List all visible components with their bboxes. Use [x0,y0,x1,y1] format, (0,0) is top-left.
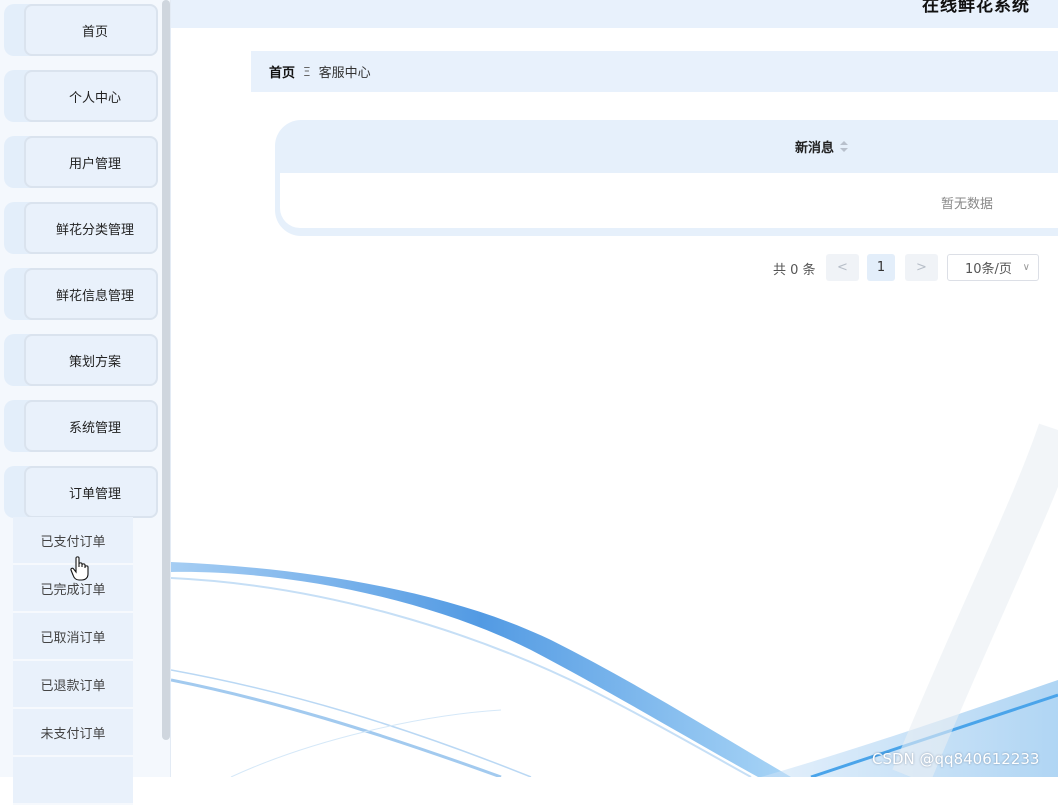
sidebar-item-planning[interactable]: 策划方案 [4,334,158,386]
sidebar-item-personal-center[interactable]: 个人中心 [4,70,158,122]
top-bar: 在线鲜花系统 [171,0,1058,28]
watermark: CSDN @qq840612233 [872,750,1040,768]
prev-page-button[interactable]: < [826,254,859,281]
sidebar-item-label: 鲜花信息管理 [55,288,134,304]
background-waves [171,423,1058,777]
sidebar-scrollbar[interactable] [162,0,170,740]
app-title: 在线鲜花系统 [922,0,1030,16]
submenu-item-label: 已支付订单 [40,534,106,550]
submenu-item-refunded-orders[interactable]: 已退款订单 [13,661,133,709]
submenu-item-more[interactable] [13,757,133,805]
breadcrumb: 首页 Ξ 客服中心 [251,51,1058,92]
page-number-button[interactable]: 1 [867,254,895,281]
submenu-item-unpaid-orders[interactable]: 未支付订单 [13,709,133,757]
hand-cursor-icon [70,556,89,581]
sidebar-item-home[interactable]: 首页 [4,4,158,56]
sidebar-item-system-management[interactable]: 系统管理 [4,400,158,452]
sidebar-item-flower-category-management[interactable]: 鲜花分类管理 [4,202,158,254]
next-page-button[interactable]: > [905,254,938,281]
submenu-item-label: 已退款订单 [40,678,106,694]
empty-text: 暂无数据 [941,197,994,212]
table-body: 暂无数据 [280,173,1058,228]
sidebar: 首页 个人中心 用户管理 鲜花分类管理 鲜花信息管理 策划方案 系统管理 订单管… [0,0,171,805]
sidebar-item-order-management[interactable]: 订单管理 [4,466,158,518]
sidebar-item-label: 订单管理 [68,486,121,502]
chevron-down-icon: ∨ [1022,262,1030,273]
sidebar-item-label: 个人中心 [68,90,121,106]
breadcrumb-home[interactable]: 首页 [269,62,295,81]
submenu-item-label: 未支付订单 [40,726,106,742]
sidebar-item-label: 系统管理 [68,420,121,436]
breadcrumb-separator-icon: Ξ [303,64,311,79]
sidebar-item-label: 首页 [81,24,108,40]
sidebar-item-flower-info-management[interactable]: 鲜花信息管理 [4,268,158,320]
sidebar-item-user-management[interactable]: 用户管理 [4,136,158,188]
sidebar-item-label: 策划方案 [68,354,121,370]
submenu-item-cancelled-orders[interactable]: 已取消订单 [13,613,133,661]
submenu-item-label: 已取消订单 [40,630,106,646]
page-size-value: 10条/页 [965,262,1012,277]
message-table: 新消息 暂无数据 [275,120,1058,236]
page-size-select[interactable]: 10条/页 ∨ [947,254,1039,281]
column-label: 新消息 [795,141,835,156]
sidebar-item-label: 用户管理 [68,156,121,172]
sort-icon[interactable] [840,140,849,153]
sidebar-item-label: 鲜花分类管理 [55,222,134,238]
table-header-new-message[interactable]: 新消息 [795,137,849,156]
breadcrumb-current: 客服中心 [318,66,371,81]
pagination-total: 共 0 条 [773,263,816,278]
